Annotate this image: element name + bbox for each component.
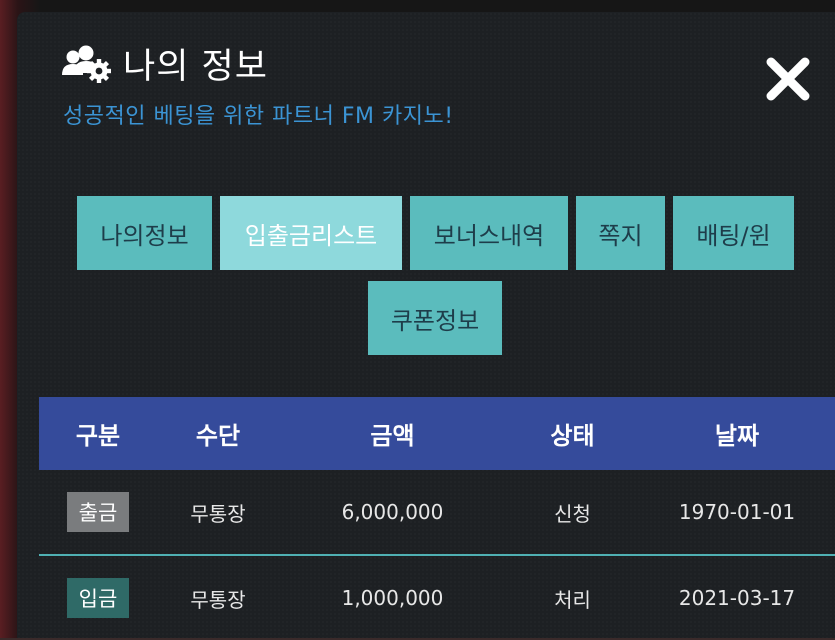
users-gear-icon [61, 44, 113, 84]
tab-label: 보너스내역 [433, 221, 545, 250]
transactions-table: 구분 수단 금액 상태 날짜 출금 무통장 6,000,000 신청 1970-… [39, 397, 835, 640]
column-header-date: 날짜 [714, 422, 760, 450]
type-cell: 입금 [39, 578, 157, 618]
tab-coupon-info[interactable]: 쿠폰정보 [368, 281, 502, 355]
tab-messages[interactable]: 쪽지 [576, 196, 665, 270]
modal-header: 나의 정보 [61, 38, 268, 89]
status-cell: 신청 [554, 501, 591, 526]
table-row: 출금 무통장 6,000,000 신청 1970-01-01 [39, 470, 835, 554]
status-cell: 처리 [554, 587, 591, 612]
tab-betting-win[interactable]: 배팅/윈 [673, 196, 794, 270]
tab-bonus-history[interactable]: 보너스내역 [410, 196, 568, 270]
tab-my-info[interactable]: 나의정보 [77, 196, 212, 270]
close-button[interactable] [765, 56, 811, 102]
tab-transactions[interactable]: 입출금리스트 [220, 196, 402, 270]
amount-cell: 1,000,000 [341, 586, 444, 610]
tab-label: 나의정보 [100, 221, 189, 250]
type-badge-deposit: 입금 [66, 578, 130, 618]
column-header-status: 상태 [550, 422, 595, 450]
date-cell: 1970-01-01 [678, 500, 796, 524]
method-cell: 무통장 [190, 501, 246, 526]
amount-cell: 6,000,000 [341, 500, 444, 524]
table-row: 입금 무통장 1,000,000 처리 2021-03-17 [39, 556, 835, 640]
tab-label: 쪽지 [598, 221, 643, 250]
column-header-type: 구분 [75, 422, 121, 450]
column-header-amount: 금액 [370, 422, 415, 450]
close-icon [766, 57, 810, 101]
column-header-method: 수단 [195, 422, 241, 450]
tab-label: 배팅/윈 [696, 221, 771, 250]
page-subtitle: 성공적인 베팅을 위한 파트너 FM 카지노! [63, 104, 454, 129]
type-badge-withdraw: 출금 [66, 492, 130, 532]
date-cell: 2021-03-17 [678, 586, 796, 610]
tab-label: 쿠폰정보 [390, 306, 480, 335]
page-title: 나의 정보 [123, 47, 268, 87]
tab-label: 입출금리스트 [244, 221, 378, 250]
table-header: 구분 수단 금액 상태 날짜 [39, 397, 835, 470]
method-cell: 무통장 [190, 587, 246, 612]
type-cell: 출금 [39, 492, 157, 532]
my-info-modal: 나의 정보 성공적인 베팅을 위한 파트너 FM 카지노! 나의정보 입출금리스… [17, 12, 835, 638]
